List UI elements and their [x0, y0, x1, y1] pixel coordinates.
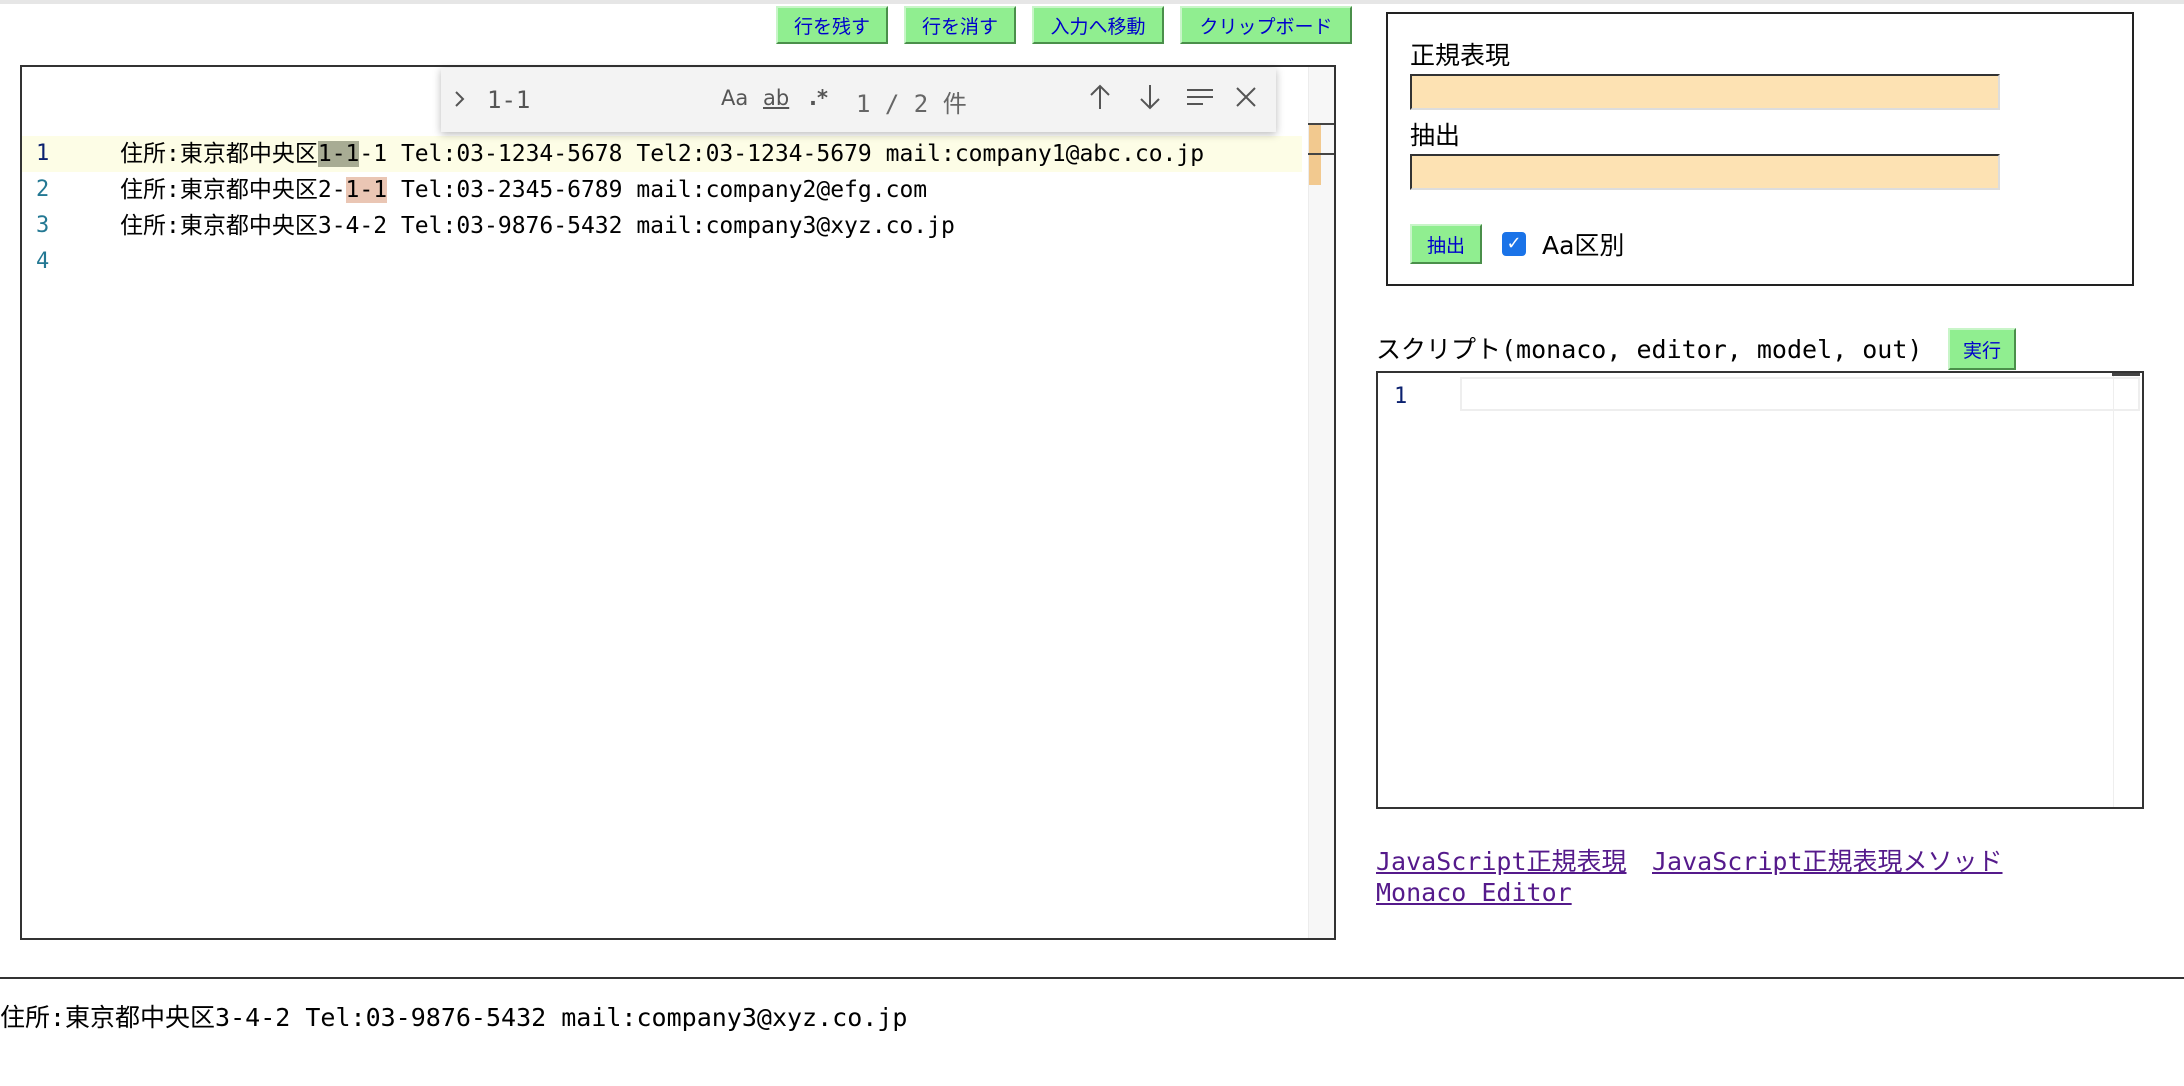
monaco-editor-link[interactable]: Monaco Editor: [1376, 878, 1572, 907]
regex-input[interactable]: [1410, 74, 2000, 110]
regex-panel: 正規表現 抽出 抽出 ✓ Aa区別: [1386, 12, 2134, 286]
editor-line[interactable]: 1 住所:東京都中央区1-1-1 Tel:03-1234-5678 Tel2:0…: [22, 136, 1302, 172]
extract-button[interactable]: 抽出: [1410, 224, 1482, 264]
line-number: 1: [36, 141, 50, 166]
find-input[interactable]: [481, 78, 731, 122]
arrow-up-icon[interactable]: [1087, 82, 1113, 119]
current-match: 1-1: [317, 141, 360, 167]
delete-lines-button[interactable]: 行を消す: [904, 6, 1016, 44]
editor-line[interactable]: 2 住所:東京都中央区2-1-1 Tel:03-2345-6789 mail:c…: [22, 172, 1302, 208]
run-button[interactable]: 実行: [1948, 328, 2016, 370]
case-sensitive-checkbox[interactable]: ✓: [1502, 232, 1526, 256]
output-separator: [0, 977, 2184, 979]
match-case-icon[interactable]: Aa: [721, 86, 748, 110]
arrow-down-icon[interactable]: [1137, 82, 1163, 119]
whole-word-icon[interactable]: ab: [763, 86, 789, 110]
extract-input[interactable]: [1410, 154, 2000, 190]
editor-line[interactable]: 4: [22, 244, 1302, 280]
keep-lines-button[interactable]: 行を残す: [776, 6, 888, 44]
extract-label: 抽出: [1410, 121, 1461, 150]
js-regex-methods-link[interactable]: JavaScript正規表現メソッド: [1652, 842, 2003, 878]
move-to-input-button[interactable]: 入力へ移動: [1032, 6, 1164, 44]
overview-ruler-match: [1309, 125, 1321, 185]
editor-scrollbar[interactable]: [1308, 67, 1334, 938]
main-editor[interactable]: 1 住所:東京都中央区1-1-1 Tel:03-1234-5678 Tel2:0…: [20, 65, 1336, 940]
top-border: [0, 0, 2184, 4]
line-number: 1: [1394, 384, 1408, 409]
overview-ruler-line: [1308, 123, 1334, 125]
find-in-selection-icon[interactable]: [1185, 82, 1215, 119]
scroll-shadow: [2112, 373, 2140, 376]
case-sensitive-label: Aa区別: [1542, 231, 1625, 260]
chevron-right-icon[interactable]: [451, 86, 469, 118]
line-number: 2: [36, 177, 50, 202]
editor-line[interactable]: 3 住所:東京都中央区3-4-2 Tel:03-9876-5432 mail:c…: [22, 208, 1302, 244]
regex-label: 正規表現: [1410, 41, 1511, 70]
regex-icon[interactable]: .*: [809, 86, 828, 110]
overview-ruler-line: [1308, 153, 1334, 155]
line-text: 住所:東京都中央区1-1-1 Tel:03-1234-5678 Tel2:03-…: [120, 141, 1205, 167]
line-text: 住所:東京都中央区2-1-1 Tel:03-2345-6789 mail:com…: [120, 177, 928, 203]
script-label: スクリプト(monaco, editor, model, out): [1376, 335, 1923, 364]
current-line-highlight: [1460, 377, 2140, 411]
close-icon[interactable]: [1233, 82, 1259, 119]
script-editor[interactable]: 1: [1376, 371, 2144, 809]
line-number: 4: [36, 249, 50, 274]
clipboard-button[interactable]: クリップボード: [1180, 6, 1352, 44]
other-match: 1-1: [345, 177, 388, 203]
line-number: 3: [36, 213, 50, 238]
script-scrollbar[interactable]: [2113, 373, 2142, 807]
line-text: 住所:東京都中央区3-4-2 Tel:03-9876-5432 mail:com…: [120, 213, 955, 239]
match-count: 1 / 2 件: [856, 90, 967, 118]
js-regex-link[interactable]: JavaScript正規表現: [1376, 842, 1627, 878]
output-text: 住所:東京都中央区3-4-2 Tel:03-9876-5432 mail:com…: [0, 1003, 908, 1032]
find-widget: Aa ab .* 1 / 2 件: [441, 68, 1276, 132]
